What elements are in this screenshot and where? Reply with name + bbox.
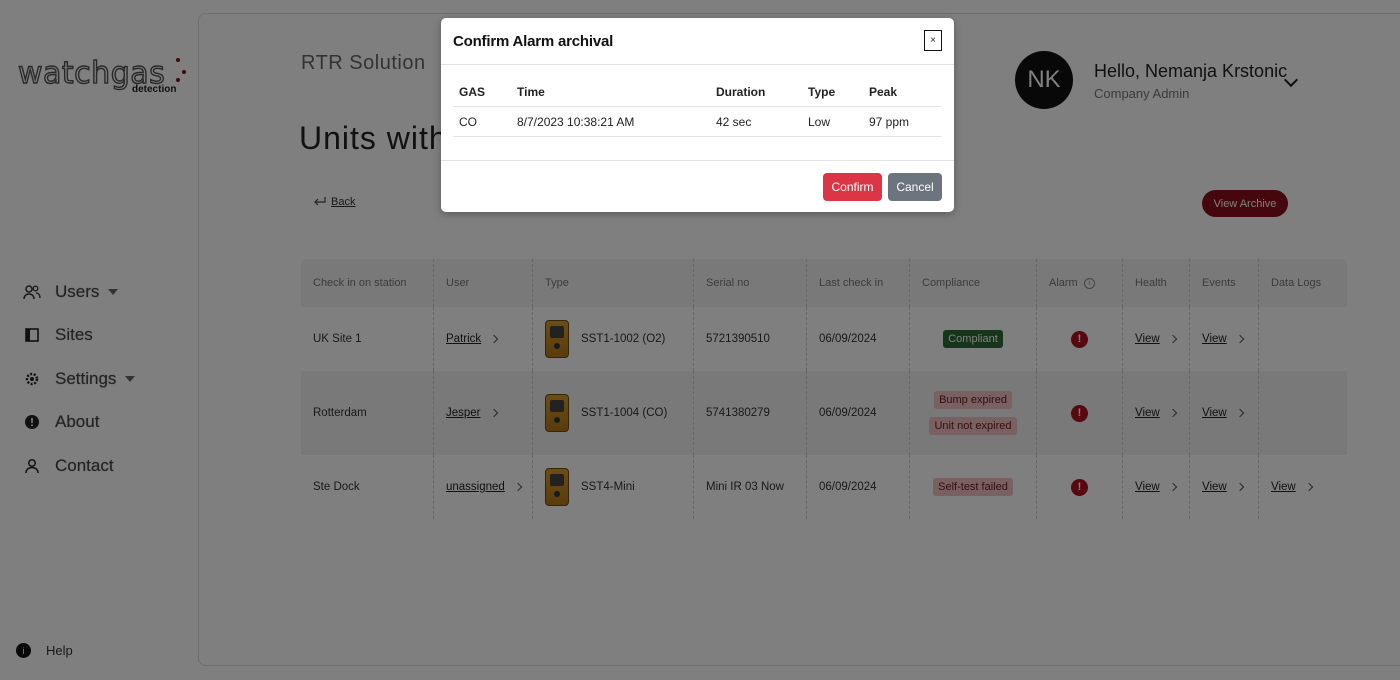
confirm-archival-modal: Confirm Alarm archival × GAS Time Durati…	[441, 18, 954, 212]
column-header: Type	[808, 85, 836, 99]
column-header: GAS	[459, 85, 486, 99]
close-icon[interactable]: ×	[924, 30, 942, 51]
alarm-table: GAS Time Duration Type Peak CO 8/7/2023 …	[453, 78, 941, 137]
column-header: Peak	[869, 85, 898, 99]
column-header: Duration	[716, 85, 766, 99]
column-header: Time	[517, 85, 545, 99]
alarm-table-header: GAS Time Duration Type Peak	[453, 78, 941, 107]
cancel-button[interactable]: Cancel	[888, 173, 942, 201]
time-cell: 8/7/2023 10:38:21 AM	[517, 114, 635, 129]
modal-header: Confirm Alarm archival ×	[441, 18, 954, 65]
peak-cell: 97 ppm	[869, 114, 910, 129]
modal-title: Confirm Alarm archival	[453, 32, 614, 50]
duration-cell: 42 sec	[716, 114, 752, 129]
gas-cell: CO	[459, 114, 477, 129]
confirm-button[interactable]: Confirm	[823, 173, 882, 201]
type-cell: Low	[808, 114, 831, 129]
modal-footer: Confirm Cancel	[441, 160, 954, 213]
alarm-table-row: CO 8/7/2023 10:38:21 AM 42 sec Low 97 pp…	[453, 107, 941, 137]
